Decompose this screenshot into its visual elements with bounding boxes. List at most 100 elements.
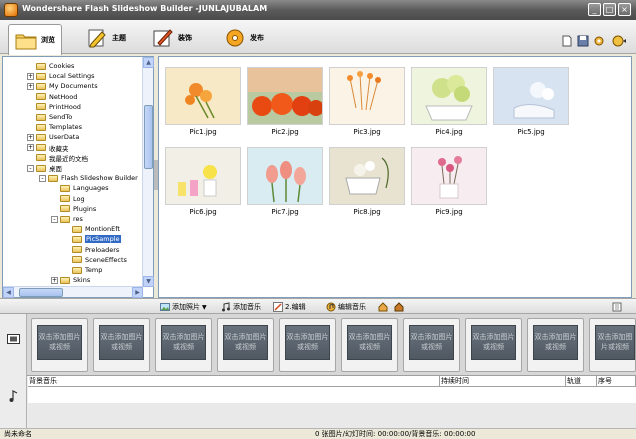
edit-music-button[interactable]: 编辑音乐 — [326, 301, 366, 313]
tree-item[interactable]: Templates — [27, 122, 82, 132]
tree-item[interactable]: 我最近的文档 — [27, 153, 88, 163]
scroll-up-arrow-icon[interactable]: ▲ — [143, 57, 154, 68]
tree-vertical-scrollbar[interactable]: ▲ ▼ — [142, 57, 154, 287]
tree-item[interactable]: + 收藏夹 — [27, 143, 69, 153]
expand-icon[interactable]: + — [27, 133, 34, 141]
tree-item[interactable]: + My Documents — [27, 81, 98, 91]
tree-item[interactable]: + UserData — [27, 132, 79, 142]
expand-icon[interactable]: + — [27, 144, 34, 152]
photo-thumbnail[interactable]: Pic5.jpg — [493, 67, 569, 139]
photo-thumbnail[interactable]: Pic2.jpg — [247, 67, 324, 139]
column-order[interactable]: 序号 — [597, 376, 636, 387]
scroll-right-arrow-icon[interactable]: ▶ — [132, 287, 143, 298]
tree-scroll-thumb[interactable] — [144, 105, 153, 169]
maximize-button[interactable]: □ — [603, 3, 616, 16]
tree-horizontal-scrollbar[interactable]: ◀ ▶ — [3, 286, 143, 298]
tab-decorate[interactable]: 装饰 — [146, 24, 198, 51]
expand-icon[interactable]: + — [51, 276, 58, 284]
photo-image — [165, 67, 241, 125]
tree-item[interactable]: Preloaders — [63, 245, 119, 255]
tree-item-label: Languages — [73, 184, 109, 193]
edit-button[interactable]: 2.编辑 — [273, 301, 306, 313]
collapse-icon[interactable]: - — [27, 164, 34, 172]
folder-icon — [36, 62, 46, 70]
column-background-music[interactable]: 背景音乐 — [28, 376, 440, 387]
photo-thumbnail[interactable]: Pic7.jpg — [247, 147, 323, 219]
photo-thumbnail[interactable]: Pic6.jpg — [165, 147, 241, 219]
collapse-icon[interactable]: - — [51, 215, 58, 223]
tree-item[interactable]: Plugins — [51, 204, 96, 214]
tree-item[interactable]: Temp — [63, 265, 102, 275]
storyboard-slot[interactable]: 双击添加图片或视频 — [31, 318, 88, 372]
storyboard-slot[interactable]: 双击添加图片或视频 — [465, 318, 522, 372]
scroll-left-arrow-icon[interactable]: ◀ — [3, 287, 14, 298]
tree-item-label: UserData — [49, 133, 80, 142]
project-name-status: 尚未命名 — [4, 430, 32, 438]
music-list-body[interactable] — [28, 387, 636, 403]
minimize-button[interactable]: _ — [588, 3, 601, 16]
tree-item[interactable]: Languages — [51, 183, 108, 193]
tree-item[interactable]: PicSample — [63, 234, 121, 244]
tree-item[interactable]: NetHood — [27, 92, 77, 102]
tree-item[interactable]: SendTo — [27, 112, 72, 122]
tree-item-label: Cookies — [49, 62, 75, 70]
settings-icon[interactable] — [593, 35, 605, 47]
photo-thumbnail[interactable]: Pic1.jpg — [165, 67, 241, 139]
photo-caption: Pic3.jpg — [353, 128, 381, 136]
storyboard-side-panel — [0, 314, 27, 376]
storyboard-slot[interactable]: 双击添加图片或视频 — [155, 318, 212, 372]
tree-item[interactable]: MontionEft — [63, 224, 120, 234]
folder-tree[interactable]: Cookies + Local Settings + My Documents NetHo… — [3, 57, 143, 287]
tree-item[interactable]: PrintHood — [27, 102, 81, 112]
save-icon[interactable] — [577, 35, 589, 47]
expand-icon[interactable]: + — [27, 72, 34, 80]
photo-thumbnail[interactable]: Pic4.jpg — [411, 67, 487, 139]
photo-thumbnail[interactable]: Pic9.jpg — [411, 147, 487, 219]
tree-item[interactable]: Cookies — [27, 61, 74, 71]
chevron-down-icon[interactable]: ▼ — [202, 304, 207, 311]
storyboard-slot[interactable]: 双击添加图片或视频 — [217, 318, 274, 372]
add-photo-button[interactable]: 添加照片 ▼ — [160, 301, 207, 313]
storyboard-slot[interactable]: 双击添加图片或视频 — [403, 318, 460, 372]
photo-thumbnail[interactable]: Pic8.jpg — [329, 147, 405, 219]
tree-item[interactable]: Log — [51, 194, 85, 204]
home-icon[interactable] — [378, 301, 388, 313]
tree-item[interactable]: + Local Settings — [27, 71, 95, 81]
slot-placeholder: 双击添加图片或视频 — [99, 325, 144, 360]
add-music-button[interactable]: 添加音乐 — [221, 301, 261, 313]
storyboard-toolbar: 添加照片 ▼ 添加音乐 2.编辑 编辑音乐 — [0, 298, 636, 314]
music-note-icon — [9, 390, 19, 404]
tree-item[interactable]: SceneEffects — [63, 255, 127, 265]
tab-theme[interactable]: 主题 — [80, 24, 132, 51]
storyboard-slot[interactable]: 双击添加图片或视频 — [279, 318, 336, 372]
tree-item[interactable]: - 桌面 — [27, 163, 62, 173]
column-track[interactable]: 轨道 — [566, 376, 597, 387]
storyboard-slot[interactable]: 双击添加图片或视频 — [93, 318, 150, 372]
expand-icon[interactable]: + — [27, 82, 34, 90]
photo-image — [329, 67, 405, 125]
storyboard-slot[interactable]: 双击添加图片或视频 — [527, 318, 584, 372]
help-icon[interactable] — [612, 35, 626, 47]
folder-icon — [36, 113, 46, 121]
tree-item[interactable]: - Flash Slideshow Builder — [39, 173, 138, 183]
tree-hscroll-thumb[interactable] — [19, 288, 63, 297]
storyboard-slot[interactable]: 双击添加图片或视频 — [589, 318, 636, 372]
tab-publish[interactable]: 发布 — [218, 24, 270, 51]
tab-browse[interactable]: 浏览 — [8, 24, 62, 55]
new-project-icon[interactable] — [561, 35, 573, 47]
photo-thumbnail[interactable]: Pic3.jpg — [329, 67, 405, 139]
scroll-down-arrow-icon[interactable]: ▼ — [143, 276, 154, 287]
publish-disc-icon — [224, 28, 246, 48]
close-button[interactable]: × — [618, 3, 631, 16]
column-duration[interactable]: 持续时间 — [440, 376, 566, 387]
tree-item[interactable]: + Skins — [51, 275, 90, 285]
tree-item[interactable]: - res — [51, 214, 83, 224]
folder-icon — [72, 256, 82, 264]
collapse-icon[interactable]: - — [39, 174, 46, 182]
theme-house-icon[interactable] — [394, 301, 404, 313]
music-settings-icon — [326, 302, 336, 312]
clear-list-icon[interactable] — [612, 301, 622, 313]
storyboard-slot[interactable]: 双击添加图片或视频 — [341, 318, 398, 372]
folder-icon — [60, 184, 70, 192]
slot-placeholder: 双击添加图片或视频 — [223, 325, 268, 360]
